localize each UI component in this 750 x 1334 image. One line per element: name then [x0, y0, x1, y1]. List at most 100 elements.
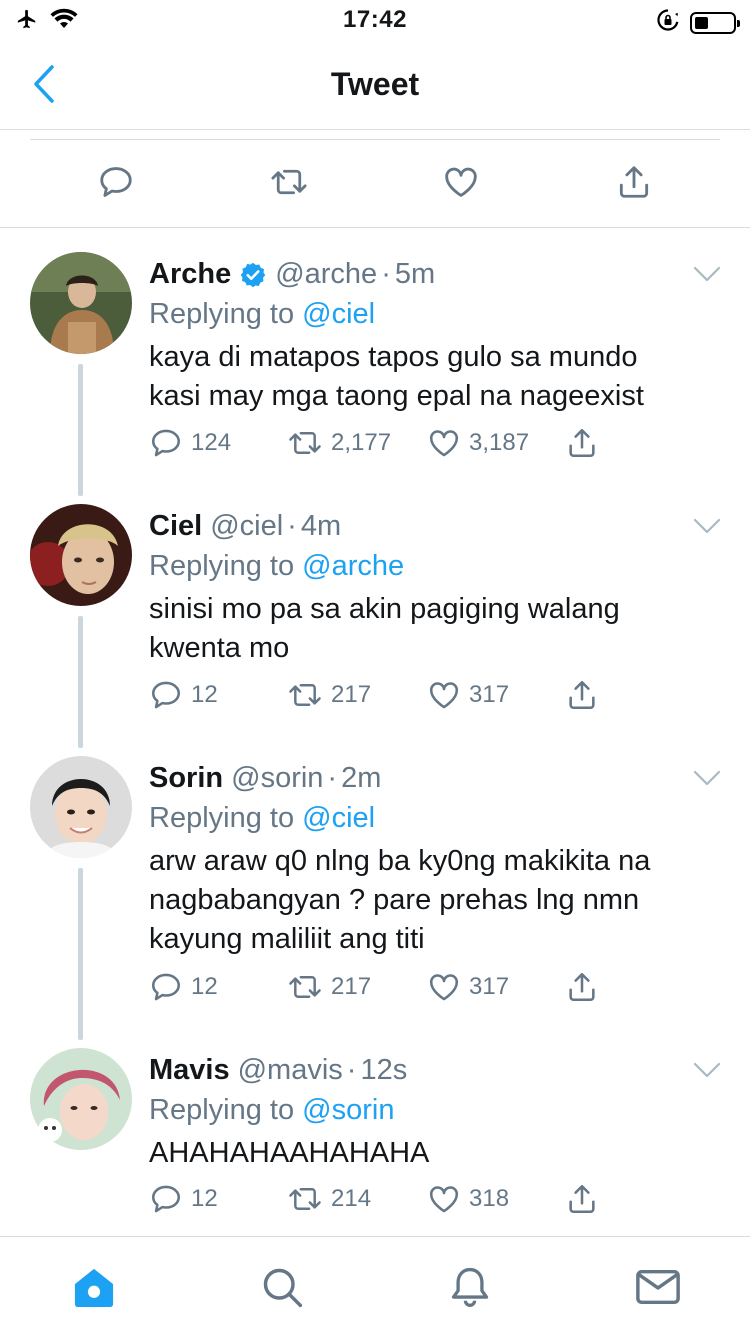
- reply-icon: [151, 973, 181, 1001]
- display-name[interactable]: Arche: [149, 258, 231, 291]
- tab-messages[interactable]: [634, 1263, 682, 1311]
- like-button[interactable]: 317: [427, 678, 509, 712]
- tab-home[interactable]: [70, 1263, 118, 1311]
- reply-icon: [151, 681, 181, 709]
- retweet-count: 217: [331, 973, 372, 1000]
- nav-header: Tweet: [0, 40, 750, 130]
- replying-to-label: Replying to: [149, 298, 303, 330]
- retweet-icon: [289, 684, 321, 706]
- reply-count: 124: [191, 429, 232, 456]
- separator-dot: ·: [346, 1054, 357, 1086]
- tweet-menu-button[interactable]: [692, 1058, 722, 1082]
- reply-button[interactable]: 12: [149, 678, 218, 712]
- replying-to: Replying to @ciel: [149, 298, 375, 331]
- share-icon: [569, 1184, 595, 1214]
- like-button[interactable]: 318: [427, 1182, 509, 1216]
- main-tweet-actions: [0, 130, 750, 228]
- retweet-icon: [289, 1188, 321, 1210]
- reply-button[interactable]: [96, 162, 136, 202]
- tweet-text: sinisi mo pa sa akin pagiging walang kwe…: [149, 593, 620, 664]
- separator-dot: ·: [381, 258, 391, 290]
- thread-line: [78, 868, 83, 1040]
- tab-notifications[interactable]: [446, 1263, 494, 1311]
- reply-button[interactable]: 124: [149, 426, 231, 460]
- retweet-icon: [289, 432, 321, 454]
- notifications-icon: [451, 1267, 489, 1307]
- share-icon: [569, 972, 595, 1002]
- tweet-menu-button[interactable]: [692, 262, 722, 286]
- reply-count: 12: [191, 1185, 218, 1212]
- avatar[interactable]: [30, 756, 132, 858]
- like-count: 318: [469, 1185, 510, 1212]
- mention-link[interactable]: @arche: [302, 550, 404, 582]
- replying-to-label: Replying to: [149, 802, 303, 834]
- handle: @sorin: [231, 762, 324, 794]
- like-button[interactable]: 3,187: [427, 426, 529, 460]
- like-icon: [429, 974, 459, 1001]
- mention-link[interactable]: @ciel: [302, 298, 375, 330]
- mention-link[interactable]: @ciel: [302, 802, 375, 834]
- retweet-button[interactable]: [269, 162, 309, 202]
- like-count: 317: [469, 973, 510, 1000]
- display-name[interactable]: Ciel: [149, 510, 202, 543]
- retweet-button[interactable]: 214: [287, 1182, 371, 1216]
- tab-search[interactable]: [258, 1263, 306, 1311]
- retweet-count: 217: [331, 681, 372, 708]
- like-button[interactable]: [441, 162, 481, 202]
- tweet-actions: 12 217 317: [149, 970, 619, 1010]
- reply-button[interactable]: 12: [149, 970, 218, 1004]
- reply-icon: [151, 429, 181, 457]
- status-right: [656, 8, 740, 37]
- thread-line: [78, 364, 83, 496]
- replying-to-label: Replying to: [149, 1094, 303, 1126]
- share-icon: [569, 680, 595, 710]
- display-name[interactable]: Sorin: [149, 762, 223, 795]
- chevron-down-icon: [693, 770, 721, 786]
- share-button[interactable]: [565, 970, 599, 1004]
- retweet-count: 2,177: [331, 429, 392, 456]
- like-count: 317: [469, 681, 510, 708]
- handle: @mavis: [237, 1054, 343, 1086]
- share-button[interactable]: [565, 426, 599, 460]
- retweet-icon: [289, 976, 321, 998]
- home-icon: [74, 1268, 114, 1308]
- reply-icon: [151, 1185, 181, 1213]
- reply-count: 12: [191, 681, 218, 708]
- retweet-button[interactable]: 217: [287, 970, 371, 1004]
- like-icon: [429, 430, 459, 457]
- reply-button[interactable]: 12: [149, 1182, 218, 1216]
- reply-icon: [100, 167, 132, 197]
- divider: [30, 139, 720, 140]
- tweet-header: Sorin @sorin · 2m: [149, 762, 381, 795]
- share-button[interactable]: [565, 1182, 599, 1216]
- avatar[interactable]: [30, 252, 132, 354]
- tweet-text: kaya di matapos tapos gulo sa mundo kasi…: [149, 341, 644, 412]
- orientation-lock-icon: [656, 8, 680, 37]
- tweet-header: Arche @arche · 5m: [149, 258, 435, 291]
- tweet-menu-button[interactable]: [692, 514, 722, 538]
- tweet-text: arw araw q0 nlng ba ky0ng makikita na na…: [149, 845, 651, 955]
- retweet-button[interactable]: 2,177: [287, 426, 391, 460]
- share-icon: [569, 428, 595, 458]
- thread-line: [78, 616, 83, 748]
- like-count: 3,187: [469, 429, 530, 456]
- like-icon: [429, 682, 459, 709]
- chevron-down-icon: [693, 1062, 721, 1078]
- tweet-menu-button[interactable]: [692, 766, 722, 790]
- mention-link[interactable]: @sorin: [302, 1094, 394, 1126]
- handle: @ciel: [210, 510, 284, 542]
- chevron-down-icon: [693, 266, 721, 282]
- verified-badge-icon: [239, 261, 267, 289]
- like-icon: [445, 167, 477, 197]
- page-title: Tweet: [330, 66, 420, 102]
- retweet-button[interactable]: 217: [287, 678, 371, 712]
- replying-to: Replying to @ciel: [149, 802, 375, 835]
- like-button[interactable]: 317: [427, 970, 509, 1004]
- handle: @arche: [275, 258, 378, 290]
- display-name[interactable]: Mavis: [149, 1054, 230, 1087]
- avatar[interactable]: [30, 1048, 132, 1150]
- avatar[interactable]: [30, 504, 132, 606]
- share-button[interactable]: [614, 162, 654, 202]
- replying-to-label: Replying to: [149, 550, 303, 582]
- share-button[interactable]: [565, 678, 599, 712]
